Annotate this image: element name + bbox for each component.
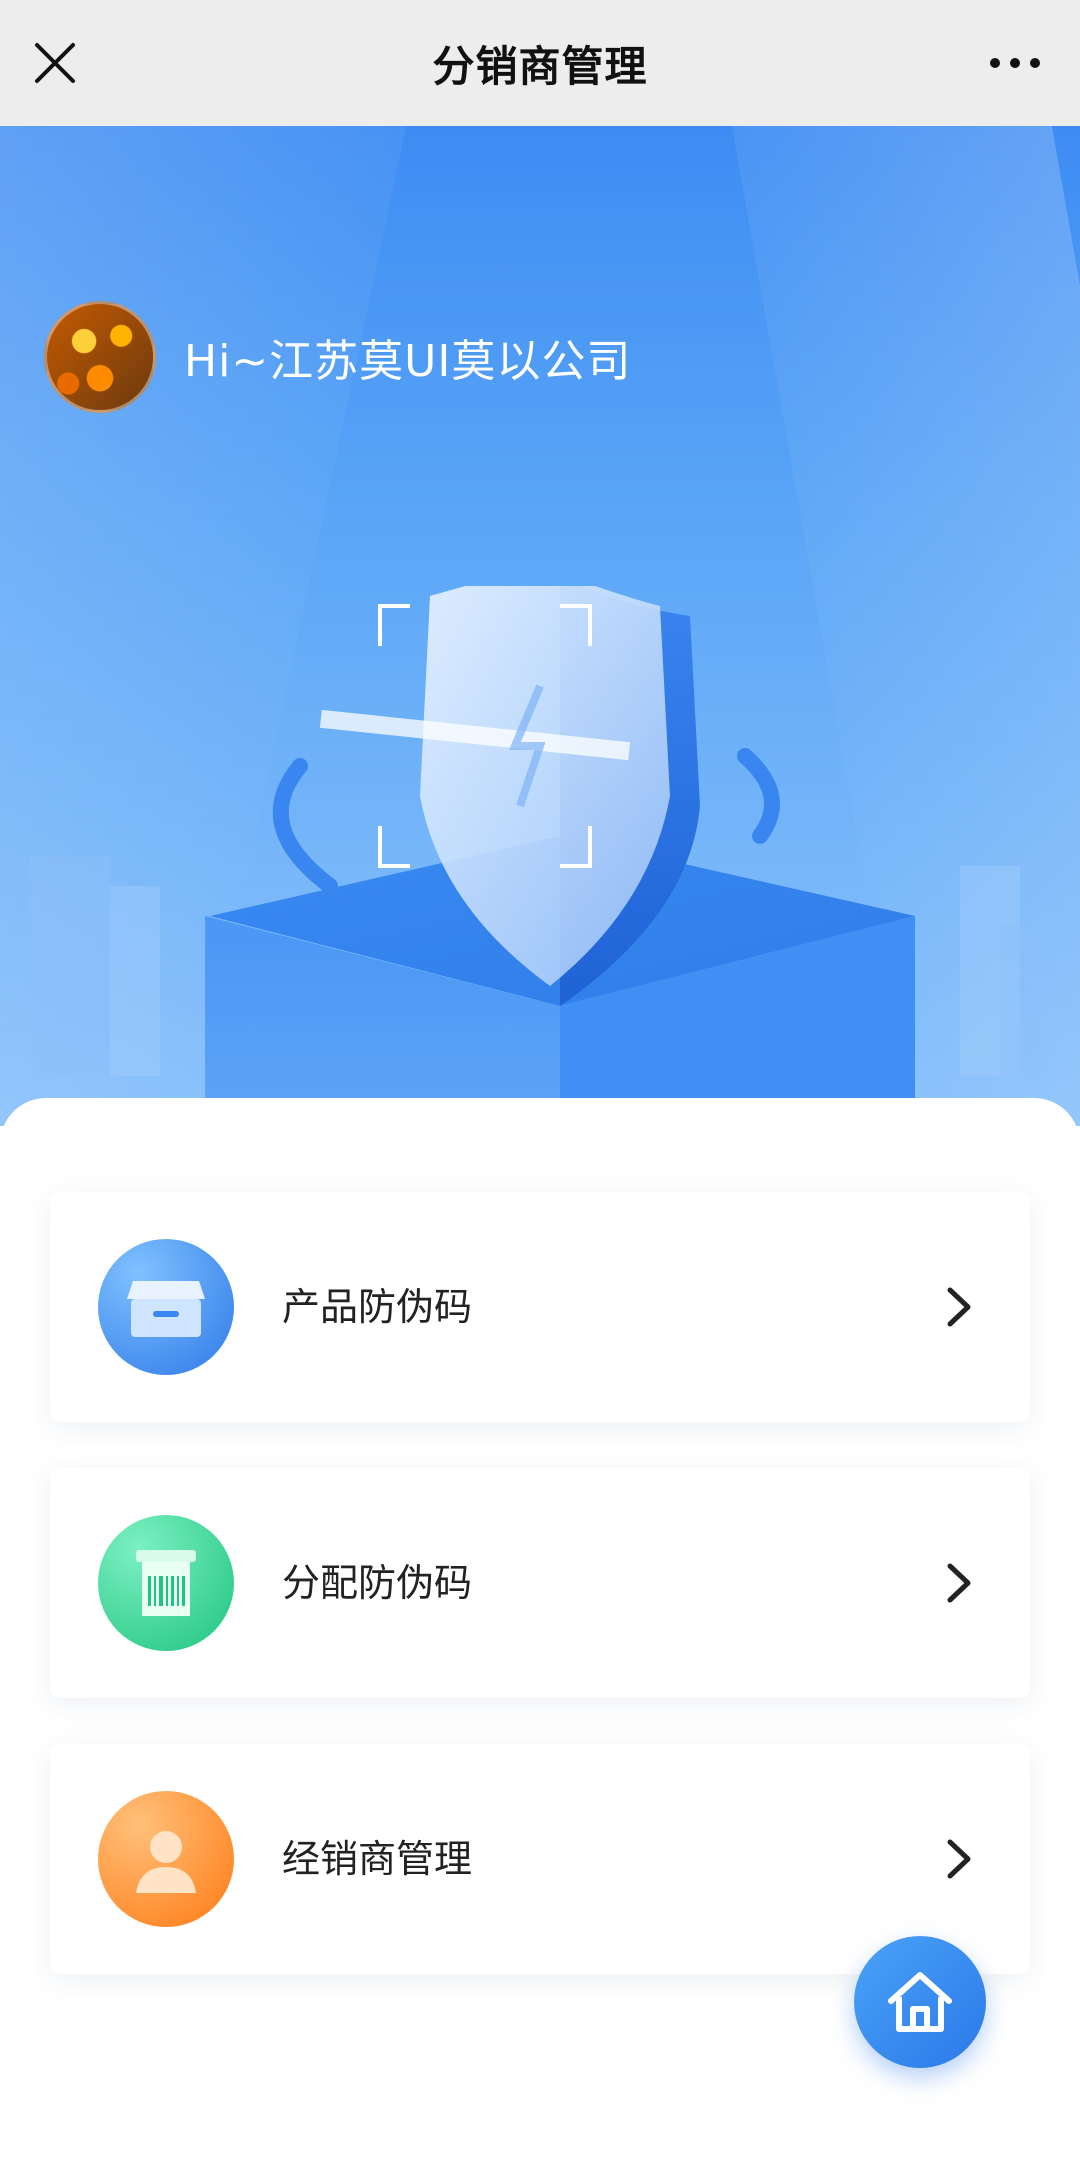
menu-item-label: 经销商管理: [282, 1837, 473, 1881]
menu-item-product-code[interactable]: 产品防伪码: [50, 1192, 1030, 1422]
user-icon: [98, 1791, 234, 1927]
close-button[interactable]: [30, 33, 80, 93]
shield-illustration: [30, 586, 1045, 1126]
chevron-right-icon: [947, 1563, 971, 1603]
close-icon: [35, 43, 75, 83]
nav-bar: 分销商管理: [0, 0, 1080, 126]
box-icon: [98, 1239, 234, 1375]
menu-item-dealer-management[interactable]: 经销商管理: [50, 1744, 1030, 1974]
menu-item-assign-code[interactable]: 分配防伪码: [50, 1468, 1030, 1698]
page-title: 分销商管理: [432, 41, 648, 91]
hero-banner: Hi~江苏莫UI莫以公司: [0, 126, 1080, 1126]
greeting-row: Hi~江苏莫UI莫以公司: [44, 301, 631, 413]
home-icon: [888, 1972, 952, 2032]
home-button[interactable]: [854, 1936, 986, 2068]
more-button[interactable]: [980, 33, 1050, 93]
chevron-right-icon: [947, 1839, 971, 1879]
greeting-text: Hi~江苏莫UI莫以公司: [184, 336, 632, 387]
menu-item-label: 分配防伪码: [282, 1561, 473, 1605]
more-dots-icon: [990, 58, 1040, 68]
menu-item-label: 产品防伪码: [282, 1285, 473, 1329]
barcode-icon: [98, 1515, 234, 1651]
chevron-right-icon: [947, 1287, 971, 1327]
avatar[interactable]: [44, 301, 156, 413]
